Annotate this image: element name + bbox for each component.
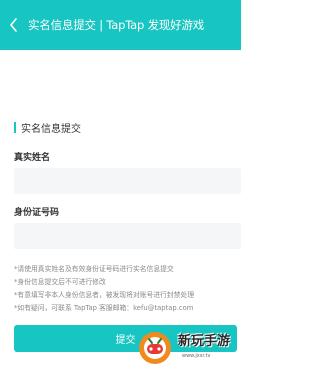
watermark-logo-icon: [139, 332, 171, 364]
notice-item: *请使用真实姓名及有效身份证号码进行实名信息提交: [14, 265, 174, 273]
real-name-input[interactable]: [14, 168, 241, 194]
id-number-input[interactable]: [14, 223, 241, 249]
notice-item: *如有疑问，可联系 TapTap 客服邮箱：kefu@taptap.com: [14, 304, 194, 312]
app-header: 实名信息提交 | TapTap 发现好游戏: [0, 0, 241, 50]
back-button[interactable]: [0, 0, 28, 50]
section-title: 实名信息提交: [21, 124, 81, 135]
page-title: 实名信息提交 | TapTap 发现好游戏: [28, 18, 205, 32]
watermark-text: 新玩手游: [178, 334, 231, 349]
chevron-left-icon: [10, 18, 17, 32]
notice-item: *有意填写非本人身份信息者，被发现将对账号进行封禁处理: [14, 291, 195, 299]
accent-bar: [14, 122, 16, 133]
watermark-url: www.jxsr.tv: [182, 353, 211, 359]
id-number-label: 身份证号码: [14, 208, 60, 218]
notice-item: *身份信息提交后不可进行修改: [14, 278, 106, 286]
notice-list: *请使用真实姓名及有效身份证号码进行实名信息提交 *身份信息提交后不可进行修改 …: [14, 263, 241, 315]
section-heading: 实名信息提交: [14, 120, 81, 135]
real-name-label: 真实姓名: [14, 153, 51, 163]
